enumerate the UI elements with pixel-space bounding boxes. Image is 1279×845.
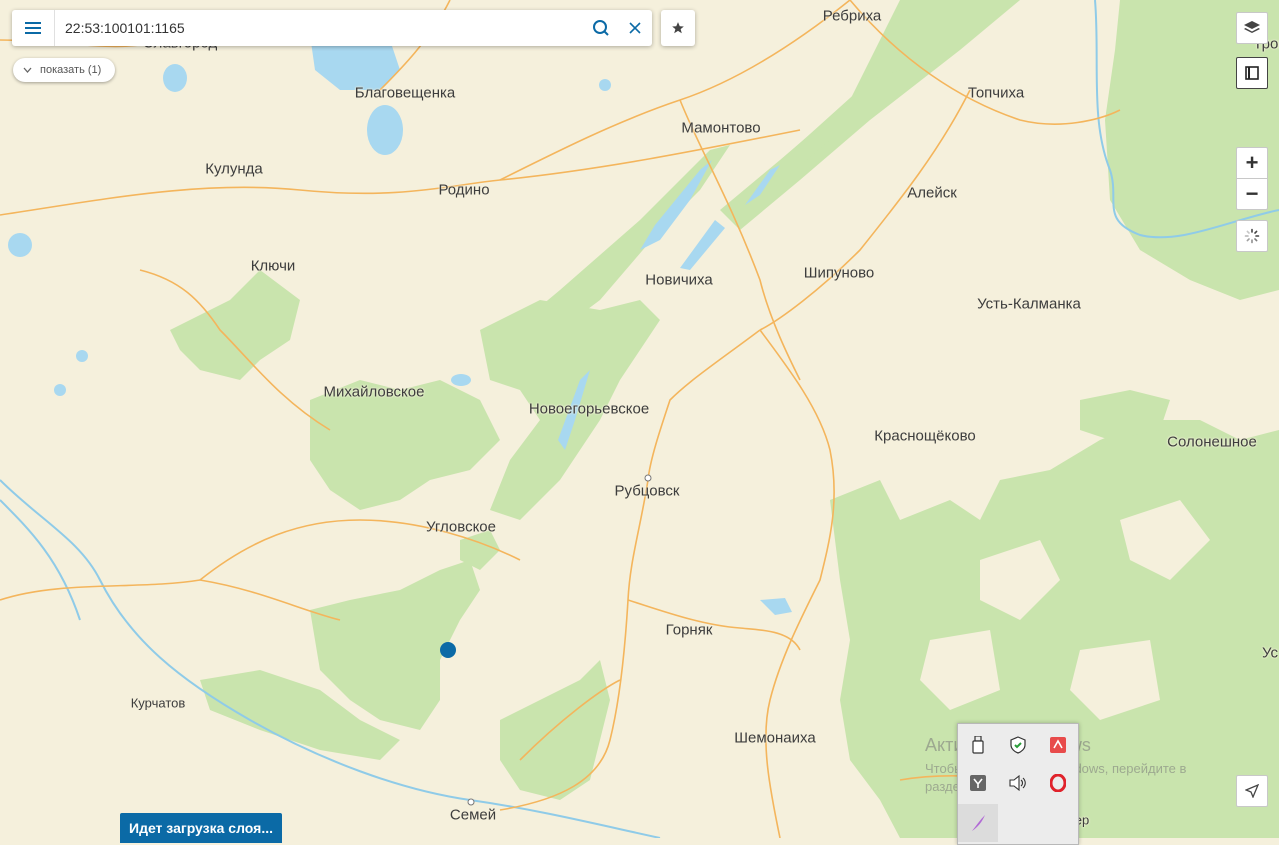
place-label: Топчиха bbox=[967, 84, 1025, 102]
menu-button[interactable] bbox=[12, 10, 55, 46]
ruler-button[interactable] bbox=[1236, 57, 1268, 89]
place-label: Кулунда bbox=[205, 160, 263, 178]
place-label: Шипуново bbox=[803, 264, 875, 282]
layers-icon bbox=[1244, 21, 1260, 33]
feather-app-icon[interactable] bbox=[958, 804, 998, 842]
loading-status: Идет загрузка слоя... bbox=[120, 813, 282, 843]
spinner-button[interactable] bbox=[1236, 220, 1268, 252]
place-label: Рубцовск bbox=[614, 482, 680, 500]
place-label: Солонешное bbox=[1167, 433, 1257, 451]
zoom-out-button[interactable]: − bbox=[1237, 178, 1267, 209]
place-label: Усть-Калманка bbox=[977, 295, 1081, 313]
place-label: Михайловское bbox=[323, 383, 425, 401]
close-icon bbox=[629, 22, 641, 34]
place-label: Угловское bbox=[426, 518, 496, 536]
search-icon bbox=[593, 20, 609, 36]
map-layer bbox=[0, 0, 1279, 839]
place-label: Краснощёково bbox=[874, 427, 976, 445]
map-canvas[interactable]: Ребриха Славгород Благовещенка Топчиха М… bbox=[0, 0, 1279, 839]
search-button[interactable] bbox=[584, 10, 618, 46]
place-label: Шемонаиха bbox=[734, 729, 816, 747]
location-marker[interactable] bbox=[440, 642, 456, 658]
remote-app-icon[interactable] bbox=[1038, 726, 1078, 764]
hamburger-icon bbox=[25, 22, 41, 34]
opera-icon[interactable] bbox=[1038, 764, 1078, 802]
zoom-control: + − bbox=[1236, 147, 1268, 210]
star-icon bbox=[672, 22, 684, 34]
ruler-icon bbox=[1245, 66, 1259, 80]
security-shield-icon[interactable] bbox=[998, 726, 1038, 764]
place-label: Мамонтово bbox=[681, 119, 761, 137]
place-label: Курчатов bbox=[130, 695, 186, 711]
locate-button[interactable] bbox=[1236, 775, 1268, 807]
place-label: Новоегорьевское bbox=[528, 400, 650, 418]
show-results-label: показать (1) bbox=[40, 64, 102, 76]
place-label: Благовещенка bbox=[354, 84, 456, 102]
layers-button[interactable] bbox=[1236, 12, 1268, 44]
place-label: Новичиха bbox=[645, 271, 713, 289]
speaker-icon[interactable] bbox=[998, 764, 1038, 802]
place-label: Алейск bbox=[907, 184, 957, 202]
place-label: Горняк bbox=[665, 621, 713, 639]
search-bar bbox=[12, 10, 652, 46]
place-label: Родино bbox=[438, 181, 490, 199]
chevron-down-icon bbox=[23, 67, 32, 73]
spinner-icon bbox=[1244, 228, 1260, 244]
place-label: Ребриха bbox=[822, 7, 882, 25]
yandex-icon[interactable] bbox=[958, 764, 998, 802]
show-results-button[interactable]: показать (1) bbox=[13, 58, 116, 82]
zoom-in-button[interactable]: + bbox=[1237, 148, 1267, 178]
system-tray-popup bbox=[957, 723, 1079, 845]
usb-device-icon[interactable] bbox=[958, 726, 998, 764]
place-label: Ключи bbox=[250, 257, 296, 275]
place-label: Ус bbox=[1261, 644, 1279, 662]
clear-button[interactable] bbox=[618, 10, 652, 46]
place-label: Семей bbox=[449, 806, 497, 824]
search-input[interactable] bbox=[55, 12, 584, 44]
favorite-button[interactable] bbox=[661, 10, 695, 46]
navigation-arrow-icon bbox=[1245, 784, 1259, 798]
